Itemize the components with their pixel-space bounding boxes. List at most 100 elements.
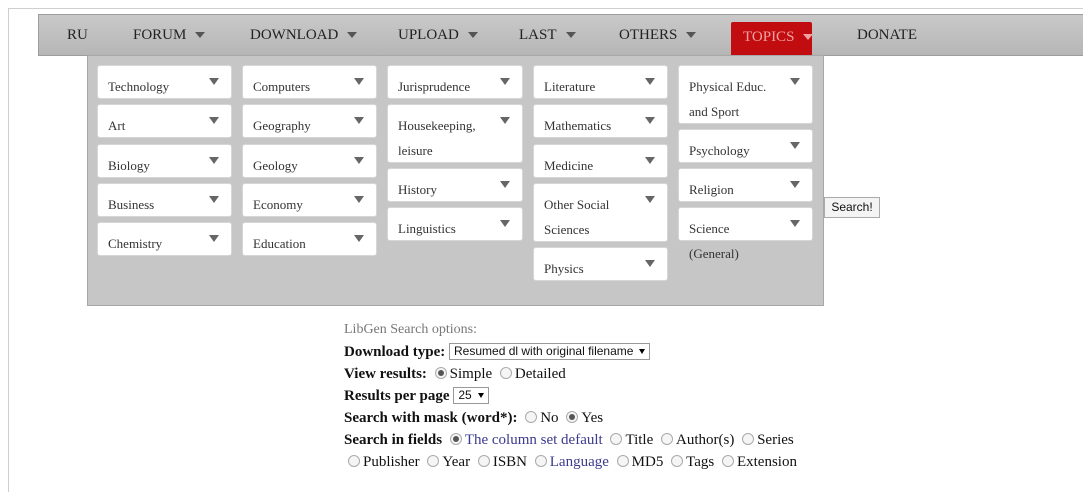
field-default-radio[interactable] (449, 433, 462, 445)
caret-down-icon (354, 196, 364, 203)
topic-business[interactable]: Business (97, 183, 232, 217)
view-results-label: View results: (344, 366, 427, 382)
top-navbar: RU FORUM DOWNLOAD UPLOAD LAST OTHERS TOP… (38, 14, 1083, 56)
caret-down-icon (354, 78, 364, 85)
field-series-radio[interactable] (742, 433, 755, 445)
search-button[interactable]: Search! (824, 197, 880, 218)
field-md5-radio[interactable] (616, 455, 629, 467)
topic-label: Technology (108, 79, 170, 94)
view-simple-radio[interactable] (434, 367, 447, 379)
topic-history[interactable]: History (387, 168, 523, 202)
field-md5-label: MD5 (631, 454, 664, 470)
topics-dropdown: Technology Art Biology Business Chemistr… (87, 55, 824, 306)
topic-label: Other Social Sciences (544, 197, 610, 237)
topic-label: Mathematics (544, 118, 612, 133)
topic-medicine[interactable]: Medicine (533, 144, 668, 178)
mask-no-radio[interactable] (525, 411, 538, 423)
chevron-down-icon (467, 31, 478, 38)
mask-label: Search with mask (word*): (344, 410, 518, 426)
field-author-radio[interactable] (661, 433, 673, 445)
field-isbn-radio[interactable] (477, 455, 490, 467)
chevron-down-icon (477, 393, 484, 399)
topic-label: Medicine (544, 158, 594, 173)
caret-down-icon (500, 78, 510, 85)
caret-down-icon (354, 235, 364, 242)
per-page-select[interactable]: 25 (453, 387, 489, 404)
field-extension-label: Extension (736, 454, 797, 470)
field-year-radio[interactable] (427, 455, 440, 467)
nav-last[interactable]: LAST (519, 15, 576, 55)
view-detailed-radio[interactable] (499, 367, 512, 379)
topic-linguistics[interactable]: Linguistics (387, 207, 523, 241)
topic-physical-education-sport[interactable]: Physical Educ. and Sport (678, 65, 813, 124)
download-type-select[interactable]: Resumed dl with original filename (449, 343, 651, 360)
mask-no-label: No (540, 410, 559, 426)
topic-label: Physical Educ. and Sport (689, 79, 767, 119)
nav-ru[interactable]: RU (67, 15, 88, 55)
topic-label: Geography (253, 118, 311, 133)
caret-down-icon (500, 181, 510, 188)
nav-download[interactable]: DOWNLOAD (250, 15, 358, 55)
field-series-label: Series (757, 432, 794, 448)
topic-biology[interactable]: Biology (97, 144, 232, 178)
topic-geology[interactable]: Geology (242, 144, 377, 178)
field-isbn-label: ISBN (492, 454, 528, 470)
topic-jurisprudence[interactable]: Jurisprudence (387, 65, 523, 99)
topic-literature[interactable]: Literature (533, 65, 668, 99)
topic-other-social-sciences[interactable]: Other Social Sciences (533, 183, 668, 242)
field-extension-radio[interactable] (721, 455, 734, 467)
download-type-value: Resumed dl with original filename (454, 344, 634, 358)
field-language-radio[interactable] (534, 455, 547, 467)
topic-label: Education (253, 236, 306, 251)
view-detailed-label: Detailed (514, 366, 566, 382)
topic-economy[interactable]: Economy (242, 183, 377, 217)
topic-label: Literature (544, 79, 596, 94)
field-title-radio[interactable] (610, 433, 623, 445)
search-fields-label: Search in fields (344, 432, 443, 448)
topic-chemistry[interactable]: Chemistry (97, 222, 232, 256)
chevron-down-icon (803, 33, 814, 40)
chevron-down-icon (639, 349, 646, 355)
topic-physics[interactable]: Physics (533, 247, 668, 281)
caret-down-icon (500, 220, 510, 227)
topic-label: Geology (253, 158, 298, 173)
options-heading-text: LibGen Search options: (344, 322, 477, 337)
field-publisher-radio[interactable] (348, 455, 360, 467)
download-type-label: Download type: (344, 344, 446, 360)
topic-label: Physics (544, 261, 584, 276)
nav-forum[interactable]: FORUM (133, 15, 206, 55)
topic-label: Art (108, 118, 126, 133)
search-fields-row-2: Publisher Year ISBN Language MD5 Tags Ex… (344, 451, 797, 473)
per-page-row: Results per page 25 (344, 385, 797, 407)
topic-geography[interactable]: Geography (242, 104, 377, 138)
topic-mathematics[interactable]: Mathematics (533, 104, 668, 138)
caret-down-icon (645, 196, 655, 203)
topic-art[interactable]: Art (97, 104, 232, 138)
topic-label: Chemistry (108, 236, 163, 251)
per-page-label: Results per page (344, 388, 450, 404)
nav-topics[interactable]: TOPICS (731, 22, 814, 55)
nav-donate[interactable]: DONATE (857, 15, 917, 55)
mask-yes-radio[interactable] (566, 411, 579, 423)
topic-label: Linguistics (398, 221, 456, 236)
topic-label: History (398, 182, 437, 197)
topic-technology[interactable]: Technology (97, 65, 232, 99)
topic-religion[interactable]: Religion (678, 168, 813, 202)
field-year-label: Year (442, 454, 471, 470)
field-title-label: Title (625, 432, 654, 448)
caret-down-icon (645, 157, 655, 164)
topic-education[interactable]: Education (242, 222, 377, 256)
nav-others[interactable]: OTHERS (619, 15, 697, 55)
topic-science-general[interactable]: Science (General) (678, 207, 813, 261)
topic-housekeeping-leisure[interactable]: Housekeeping, leisure (387, 104, 523, 163)
topic-computers[interactable]: Computers (242, 65, 377, 99)
caret-down-icon (209, 78, 219, 85)
caret-down-icon (209, 117, 219, 124)
topic-label: Economy (253, 197, 303, 212)
caret-down-icon (790, 220, 800, 227)
nav-upload[interactable]: UPLOAD (398, 15, 478, 55)
caret-down-icon (500, 117, 510, 124)
topic-label: Business (108, 197, 155, 212)
topic-psychology[interactable]: Psychology (678, 129, 813, 163)
field-tags-radio[interactable] (671, 455, 684, 467)
